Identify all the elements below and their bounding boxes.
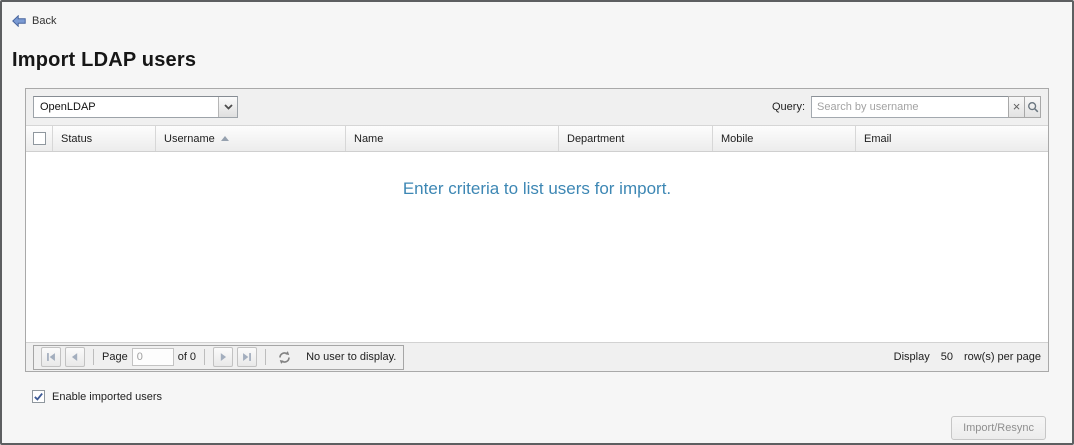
page-title: Import LDAP users: [12, 49, 196, 72]
display-label: Display: [894, 351, 930, 363]
page-next-icon: [216, 350, 230, 364]
empty-state-message: Enter criteria to list users for import.: [26, 179, 1048, 199]
search-button[interactable]: [1024, 96, 1041, 118]
chevron-down-icon: [224, 104, 233, 110]
back-label: Back: [32, 15, 56, 27]
column-header-department[interactable]: Department: [559, 126, 713, 151]
column-header-status[interactable]: Status: [53, 126, 156, 151]
page-number-input[interactable]: [132, 348, 174, 366]
magnifier-icon: [1027, 101, 1039, 113]
directory-server-select[interactable]: OpenLDAP: [33, 96, 238, 118]
clear-search-button[interactable]: ×: [1008, 96, 1025, 118]
page-first-icon: [44, 350, 58, 364]
page-count-label: of 0: [178, 351, 196, 363]
enable-imported-users-label: Enable imported users: [52, 391, 162, 403]
page-prev-icon: [68, 350, 82, 364]
paging-toolbar: Page of 0: [26, 342, 1048, 371]
directory-server-dropdown-button[interactable]: [218, 97, 237, 117]
select-all-checkbox[interactable]: [33, 132, 46, 145]
enable-imported-users-option[interactable]: Enable imported users: [32, 390, 162, 403]
ldap-users-grid-panel: OpenLDAP Query: ×: [25, 88, 1049, 372]
display-rows-info: Display 50 row(s) per page: [894, 351, 1041, 363]
rows-per-page-label: row(s) per page: [964, 351, 1041, 363]
column-header-label: Email: [864, 133, 892, 145]
page-last-icon: [240, 350, 254, 364]
table-header-row: Status Username Name Department Mobile E…: [26, 126, 1048, 152]
enable-imported-users-checkbox[interactable]: [32, 390, 45, 403]
import-ldap-users-page: { "back": { "label": "Back" }, "page": {…: [0, 0, 1074, 445]
next-page-button[interactable]: [213, 347, 233, 367]
query-label: Query:: [772, 101, 805, 113]
grid-toolbar: OpenLDAP Query: ×: [26, 89, 1048, 126]
last-page-button[interactable]: [237, 347, 257, 367]
refresh-button[interactable]: [274, 347, 294, 367]
table-body: Enter criteria to list users for import.: [26, 152, 1048, 342]
refresh-icon: [277, 350, 292, 365]
checkmark-icon: [33, 391, 44, 402]
page-label: Page: [102, 351, 128, 363]
directory-server-value: OpenLDAP: [34, 97, 218, 117]
sort-ascending-icon: [221, 136, 229, 141]
import-resync-button[interactable]: Import/Resync: [951, 416, 1046, 440]
search-input[interactable]: [811, 96, 1009, 118]
column-header-label: Name: [354, 133, 383, 145]
prev-page-button[interactable]: [65, 347, 85, 367]
paging-controls-group: Page of 0: [33, 345, 404, 370]
column-header-username[interactable]: Username: [156, 126, 346, 151]
column-header-mobile[interactable]: Mobile: [713, 126, 856, 151]
column-header-name[interactable]: Name: [346, 126, 559, 151]
separator: [265, 349, 266, 365]
paging-status-text: No user to display.: [306, 351, 396, 363]
column-header-label: Department: [567, 133, 624, 145]
select-all-cell[interactable]: [26, 126, 53, 151]
column-header-email[interactable]: Email: [856, 126, 1048, 151]
separator: [204, 349, 205, 365]
x-icon: ×: [1013, 100, 1021, 113]
column-header-label: Status: [61, 133, 92, 145]
back-button[interactable]: Back: [12, 15, 56, 27]
first-page-button[interactable]: [41, 347, 61, 367]
column-header-label: Username: [164, 133, 215, 145]
separator: [93, 349, 94, 365]
back-arrow-icon: [12, 15, 26, 27]
column-header-label: Mobile: [721, 133, 753, 145]
page-size-value[interactable]: 50: [941, 351, 953, 363]
